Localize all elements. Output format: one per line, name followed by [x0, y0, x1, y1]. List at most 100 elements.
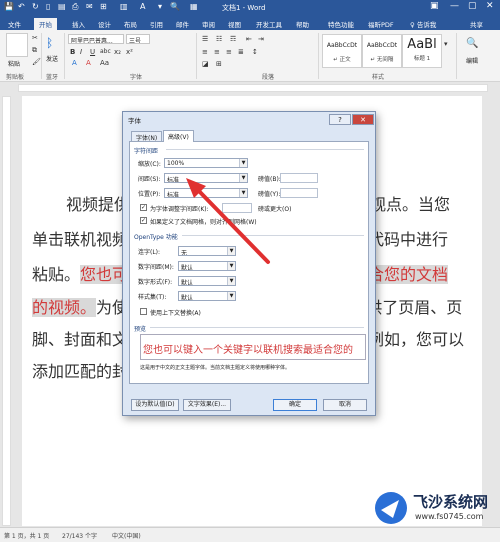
dialog-close-button[interactable]: ✕	[352, 114, 374, 125]
language[interactable]: 中文(中国)	[112, 531, 141, 540]
share-button[interactable]: 共享	[470, 19, 483, 29]
snap-to-grid-checkbox[interactable]: ✓	[140, 217, 147, 224]
zoom-icon[interactable]: 🔍	[170, 2, 180, 11]
tab-file[interactable]: 文件	[8, 19, 21, 29]
line-spacing-icon[interactable]: ↕	[252, 48, 258, 56]
mail-icon[interactable]: ✉	[86, 2, 93, 11]
font-color-icon[interactable]: A	[140, 2, 145, 11]
kerning-checkbox[interactable]: ✓	[140, 204, 147, 211]
number-spacing-value: 默认	[181, 265, 194, 271]
stylistic-sets-select[interactable]: 默认 ▼	[178, 291, 236, 301]
multilevel-icon[interactable]: ☶	[230, 35, 236, 43]
tab-insert[interactable]: 插入	[72, 19, 85, 29]
spacing-by-label: 磅值(B):	[258, 176, 281, 183]
text-effect-button[interactable]: A	[72, 59, 77, 67]
tab-developer[interactable]: 开发工具	[256, 19, 282, 29]
save-icon[interactable]: 💾	[4, 2, 14, 11]
tab-references[interactable]: 引用	[150, 19, 163, 29]
font-color-button[interactable]: A	[86, 59, 91, 67]
scale-label: 缩放(C):	[138, 161, 161, 168]
new-doc-icon[interactable]: ▯	[46, 2, 50, 11]
dialog-help-button[interactable]: ?	[329, 114, 351, 125]
site-logo-icon	[375, 492, 407, 524]
align-center-icon[interactable]: ≡	[214, 48, 220, 56]
contextual-alternates-checkbox[interactable]	[140, 308, 147, 315]
tab-design[interactable]: 设计	[98, 19, 111, 29]
position-select[interactable]: 标准 ▼	[164, 188, 248, 198]
shading-icon[interactable]: ◪	[202, 60, 209, 68]
align-right-icon[interactable]: ≡	[226, 48, 232, 56]
number-forms-select[interactable]: 默认 ▼	[178, 276, 236, 286]
ligatures-value: 无	[181, 250, 188, 256]
touch-mode-icon[interactable]: ⊞	[100, 2, 107, 11]
tab-special[interactable]: 特色功能	[328, 19, 354, 29]
italic-button[interactable]: I	[80, 48, 82, 56]
justify-icon[interactable]: ≣	[238, 48, 244, 56]
subscript-button[interactable]: x₂	[114, 48, 121, 56]
text-effects-button[interactable]: 文字效果(E)...	[183, 399, 231, 411]
strikethrough-button[interactable]: abc	[100, 48, 111, 55]
tab-layout[interactable]: 布局	[124, 19, 137, 29]
kerning-points-input[interactable]	[222, 203, 252, 213]
preview-text: 您也可以键入一个关键字以联机搜索最适合您的	[143, 345, 353, 356]
format-painter-icon[interactable]: 🖌	[32, 58, 41, 66]
customize-qa-icon[interactable]: ▾	[158, 2, 162, 11]
window-title: 文档1 - Word	[222, 4, 266, 12]
tab-view[interactable]: 视图	[228, 19, 241, 29]
vertical-ruler	[2, 96, 11, 526]
ligatures-select[interactable]: 无 ▼	[178, 246, 236, 256]
undo-icon[interactable]: ↶	[18, 2, 25, 11]
align-left-icon[interactable]: ≡	[202, 48, 208, 56]
chevron-down-icon: ▼	[239, 159, 247, 167]
minimize-button[interactable]: —	[450, 1, 459, 11]
kerning-suffix-label: 磅或更大(O)	[258, 206, 292, 213]
superscript-button[interactable]: x²	[126, 48, 133, 56]
style-normal[interactable]: AaBbCcDt ↵ 正文	[322, 34, 362, 68]
ribbon-options-button[interactable]: ▣	[430, 1, 439, 11]
cut-icon[interactable]: ✂	[32, 34, 38, 42]
styles-more-icon[interactable]: ▾	[444, 40, 448, 48]
page-count: 第 1 页，共 1 页	[4, 533, 50, 540]
redo-icon[interactable]: ↻	[32, 2, 39, 11]
underline-button[interactable]: U	[90, 48, 95, 56]
print-icon[interactable]: ⎙	[72, 2, 78, 12]
cancel-button[interactable]: 取消	[323, 399, 367, 411]
change-case-button[interactable]: Aa	[100, 59, 109, 67]
position-by-input[interactable]	[280, 188, 318, 198]
restore-button[interactable]: ▢	[468, 1, 477, 11]
font-name-select[interactable]: 阿里巴巴普惠...	[68, 34, 124, 44]
tab-advanced[interactable]: 高级(V)	[163, 130, 194, 142]
tab-home[interactable]: 开始	[34, 18, 57, 30]
open-icon[interactable]: ▤	[58, 2, 66, 11]
paste-icon[interactable]	[6, 33, 28, 57]
bold-button[interactable]: B	[70, 48, 75, 56]
decrease-indent-icon[interactable]: ⇤	[246, 35, 252, 43]
find-icon[interactable]: 🔍	[466, 38, 478, 49]
tell-me-search[interactable]: ♀ 告诉我	[410, 19, 436, 29]
tab-foxit-pdf[interactable]: 福昕PDF	[368, 19, 394, 29]
borders-icon[interactable]: ⊞	[216, 60, 222, 68]
style-name: ↵ 无间隔	[370, 57, 394, 63]
increase-indent-icon[interactable]: ⇥	[258, 35, 264, 43]
ok-button[interactable]: 确定	[273, 399, 317, 411]
numbering-icon[interactable]: ☷	[216, 35, 222, 43]
number-spacing-select[interactable]: 默认 ▼	[178, 261, 236, 271]
set-default-button[interactable]: 设为默认值(D)	[131, 399, 179, 411]
spacing-by-input[interactable]	[280, 173, 318, 183]
format-icon[interactable]: ▥	[120, 2, 128, 11]
tab-help[interactable]: 帮助	[296, 19, 309, 29]
style-heading-1[interactable]: AaBl 标题 1	[402, 34, 442, 68]
table-icon[interactable]: ▦	[190, 2, 198, 11]
divider	[182, 235, 364, 236]
tab-review[interactable]: 审阅	[202, 19, 215, 29]
number-forms-label: 数字形式(F):	[138, 279, 173, 286]
bluetooth-icon[interactable]: ᛒ	[46, 36, 53, 50]
font-size-select[interactable]: 三号	[126, 34, 150, 44]
close-window-button[interactable]: ✕	[486, 1, 494, 11]
style-no-spacing[interactable]: AaBbCcDt ↵ 无间隔	[362, 34, 402, 68]
spacing-select[interactable]: 标准 ▼	[164, 173, 248, 183]
scale-select[interactable]: 100% ▼	[164, 158, 248, 168]
copy-icon[interactable]: ⧉	[32, 46, 37, 55]
tab-mailings[interactable]: 邮件	[176, 19, 189, 29]
bullets-icon[interactable]: ☰	[202, 35, 208, 43]
